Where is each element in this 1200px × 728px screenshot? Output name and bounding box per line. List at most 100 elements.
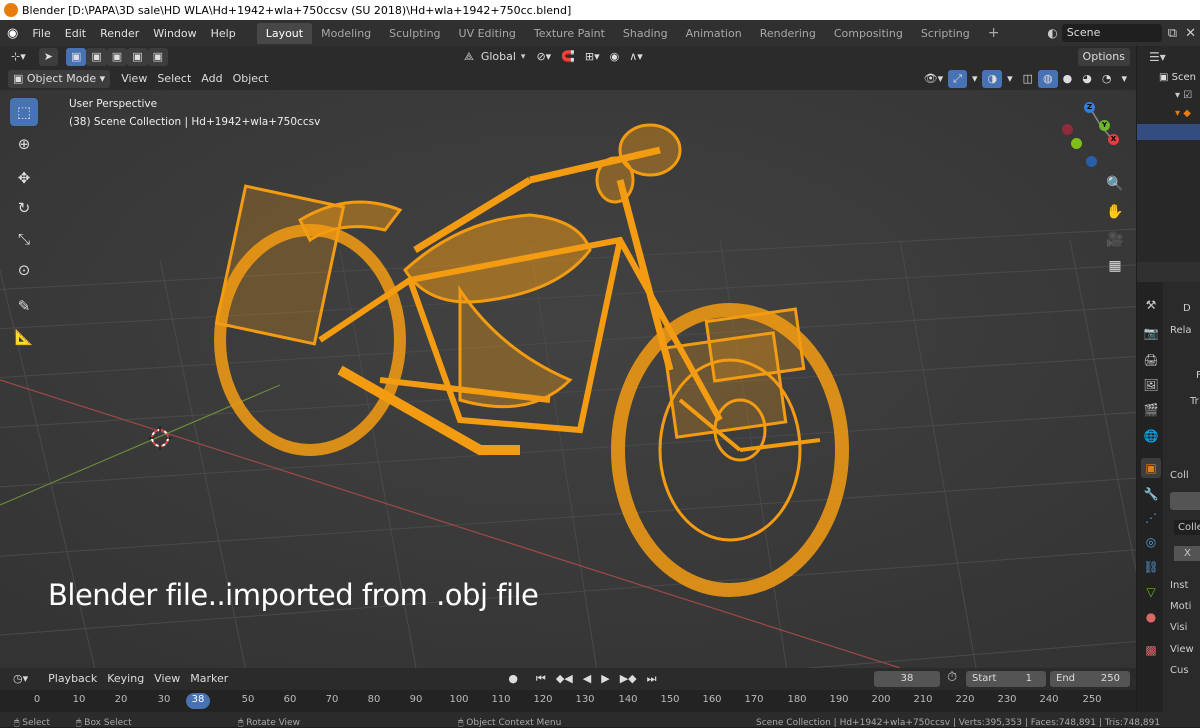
prop-label-relations[interactable]: Rela <box>1170 325 1192 336</box>
tab-texture-paint[interactable]: Texture Paint <box>525 23 614 44</box>
menu-edit[interactable]: Edit <box>58 27 93 40</box>
prop-label-d[interactable]: D <box>1183 303 1191 314</box>
zoom-icon[interactable]: 🔍 <box>1103 172 1127 196</box>
gizmo-neg-z-icon[interactable] <box>1086 156 1097 167</box>
select-mode-intersect-icon[interactable]: ▣ <box>147 48 168 66</box>
outliner-selected-row[interactable] <box>1137 124 1200 140</box>
timeline-menu-view[interactable]: View <box>149 670 185 688</box>
shading-solid-icon[interactable]: ● <box>1058 70 1078 88</box>
data-tab-icon[interactable]: ▽ <box>1141 582 1161 602</box>
tab-compositing[interactable]: Compositing <box>825 23 912 44</box>
particles-tab-icon[interactable]: ⋰ <box>1141 508 1161 528</box>
navigation-gizmo[interactable]: Z Y X <box>1058 98 1128 168</box>
modifier-tab-icon[interactable]: 🔧 <box>1141 484 1161 504</box>
snap-icon[interactable]: 🧲 <box>556 48 580 66</box>
object-tab-icon[interactable]: ▣ <box>1141 458 1161 478</box>
motorcycle-wireframe[interactable] <box>200 120 860 600</box>
next-keyframe-icon[interactable]: ▶◆ <box>615 670 642 688</box>
annotate-tool-icon[interactable]: ✎ <box>10 292 38 320</box>
tab-sculpting[interactable]: Sculpting <box>380 23 449 44</box>
gizmo-dropdown-icon[interactable]: ▾ <box>967 70 983 88</box>
shading-material-icon[interactable]: ◕ <box>1077 70 1097 88</box>
snap-target-icon[interactable]: ⊞▾ <box>580 48 605 66</box>
prop-label-motion[interactable]: Moti <box>1170 601 1191 612</box>
pan-hand-icon[interactable]: ✋ <box>1103 200 1127 224</box>
scene-tab-icon[interactable]: 🎬 <box>1141 400 1161 420</box>
scale-tool-icon[interactable]: ⤡ <box>10 225 38 253</box>
tab-uv-editing[interactable]: UV Editing <box>450 23 525 44</box>
timeline-ruler[interactable]: 0 10 20 30 38 50 60 70 80 90 100 110 120… <box>0 690 1136 712</box>
overlay-dropdown-icon[interactable]: ▾ <box>1002 70 1018 88</box>
timeline-menu-playback[interactable]: Playback <box>43 670 102 688</box>
play-reverse-icon[interactable]: ◀ <box>578 670 596 688</box>
timeline-menu-marker[interactable]: Marker <box>185 670 233 688</box>
select-mode-extend-icon[interactable]: ▣ <box>86 48 107 66</box>
blender-menu-icon[interactable]: ◉ <box>0 26 25 41</box>
move-tool-icon[interactable]: ✥ <box>10 164 38 192</box>
material-tab-icon[interactable]: ● <box>1141 607 1161 627</box>
scene-icon[interactable]: ◐ <box>1047 26 1057 40</box>
scene-field[interactable]: Scene <box>1061 24 1162 42</box>
end-frame-field[interactable]: End 250 <box>1050 671 1130 687</box>
tab-shading[interactable]: Shading <box>614 23 677 44</box>
select-box-tool-icon[interactable]: ⬚ <box>10 98 38 126</box>
outliner-collection-row[interactable]: ▾ ☑ <box>1175 90 1192 101</box>
camera-icon[interactable]: 🎥 <box>1103 228 1127 252</box>
close-scene-icon[interactable]: ✕ <box>1185 26 1196 41</box>
tab-scripting[interactable]: Scripting <box>912 23 979 44</box>
gizmo-y-icon[interactable]: Y <box>1099 120 1110 131</box>
rotate-tool-icon[interactable]: ↻ <box>10 194 38 222</box>
gizmo-neg-x-icon[interactable] <box>1062 124 1073 135</box>
tab-rendering[interactable]: Rendering <box>751 23 825 44</box>
play-icon[interactable]: ▶ <box>596 670 614 688</box>
menu-render[interactable]: Render <box>93 27 146 40</box>
prev-keyframe-icon[interactable]: ◆◀ <box>551 670 578 688</box>
outliner-editor-icon[interactable]: ☰▾ <box>1149 50 1166 64</box>
start-frame-field[interactable]: Start 1 <box>966 671 1046 687</box>
prop-label-custom[interactable]: Cus <box>1170 665 1189 676</box>
cursor-tool-icon[interactable]: ⊕ <box>10 130 38 158</box>
measure-tool-icon[interactable]: 📐 <box>10 323 38 351</box>
3d-viewport[interactable]: User Perspective (38) Scene Collection |… <box>0 90 1136 668</box>
transform-orientation-dropdown[interactable]: Global <box>476 48 521 66</box>
timeline-editor-icon[interactable]: ◷▾ <box>8 670 33 688</box>
gizmo-z-icon[interactable]: Z <box>1084 102 1095 113</box>
shading-dropdown-icon[interactable]: ▾ <box>1116 70 1132 88</box>
output-tab-icon[interactable]: 🖨 <box>1141 350 1161 370</box>
world-tab-icon[interactable]: 🌐 <box>1141 426 1161 446</box>
falloff-icon[interactable]: ∧▾ <box>624 48 648 66</box>
new-scene-icon[interactable]: ⧉ <box>1168 26 1177 41</box>
3d-cursor-icon[interactable] <box>148 426 172 450</box>
pivot-icon[interactable]: ⊘▾ <box>531 48 556 66</box>
select-tool-icon[interactable]: ➤ <box>38 48 58 66</box>
prop-label-visibility[interactable]: Visi <box>1170 622 1187 633</box>
record-icon[interactable]: ● <box>503 670 523 688</box>
collection-x-field[interactable]: X <box>1174 546 1200 561</box>
tab-layout[interactable]: Layout <box>256 22 313 44</box>
constraints-tab-icon[interactable]: ⛓ <box>1141 557 1161 577</box>
editor-type-icon[interactable]: ⊹▾ <box>6 48 31 66</box>
visibility-icon[interactable]: 👁▾ <box>919 70 949 88</box>
outliner-object-row[interactable]: ▾ ◆ <box>1175 108 1191 119</box>
proportional-edit-icon[interactable]: ◉ <box>605 48 625 66</box>
add-collection-button[interactable] <box>1170 492 1200 510</box>
prop-label-viewport[interactable]: View <box>1170 644 1194 655</box>
shading-rendered-icon[interactable]: ◔ <box>1097 70 1117 88</box>
add-workspace-icon[interactable]: + <box>979 21 1009 45</box>
jump-end-icon[interactable]: ⏭ <box>642 670 662 688</box>
overlay-toggle-icon[interactable]: ◑ <box>982 70 1003 88</box>
gizmo-toggle-icon[interactable]: ⤢ <box>948 70 967 88</box>
gizmo-neg-y-icon[interactable] <box>1071 138 1082 149</box>
transform-tool-icon[interactable]: ⊙ <box>10 256 38 284</box>
menu-help[interactable]: Help <box>204 27 243 40</box>
view-layer-tab-icon[interactable]: 🖼 <box>1141 375 1161 395</box>
select-mode-subtract-icon[interactable]: ▣ <box>106 48 128 66</box>
prop-label-collections[interactable]: Coll <box>1170 470 1189 481</box>
select-mode-invert-icon[interactable]: ▣ <box>127 48 148 66</box>
menu-select[interactable]: Select <box>152 70 196 88</box>
current-frame-field[interactable]: 38 <box>874 671 940 687</box>
select-mode-new-icon[interactable]: ▣ <box>65 48 87 66</box>
prop-label-instancing[interactable]: Inst <box>1170 580 1188 591</box>
mode-dropdown[interactable]: ▣ Object Mode ▾ <box>8 70 111 88</box>
render-tab-icon[interactable]: 📷 <box>1141 323 1161 343</box>
